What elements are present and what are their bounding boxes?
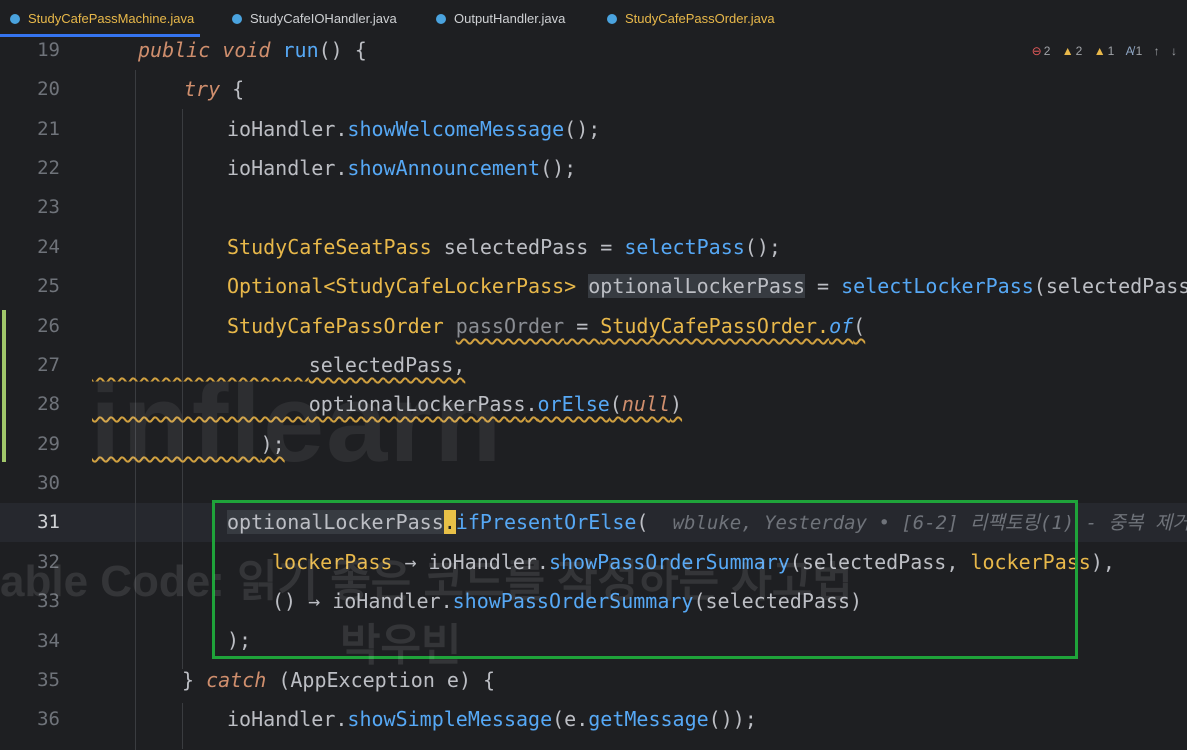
java-file-icon	[607, 14, 617, 24]
code-line-36: ioHandler.showSimpleMessage(e.getMessage…	[227, 707, 757, 731]
error-count: 2	[1043, 44, 1051, 58]
tab-output-handler[interactable]: OutputHandler.java	[436, 0, 565, 37]
code-line-25: Optional<StudyCafeLockerPass> optionalLo…	[227, 274, 1187, 298]
java-file-icon	[10, 14, 20, 24]
code-line-21: ioHandler.showWelcomeMessage();	[227, 117, 601, 141]
line-number: 29	[37, 433, 60, 455]
code-line-19: public void run() {	[138, 38, 367, 62]
line-number: 23	[37, 196, 60, 218]
line-number: 30	[37, 472, 60, 494]
typo-count: 1	[1135, 44, 1143, 58]
code-line-20: try {	[184, 77, 245, 101]
tab-label: StudyCafePassOrder.java	[625, 11, 775, 26]
line-number: 27	[37, 354, 60, 376]
line-number: 21	[37, 118, 60, 140]
tab-label: StudyCafeIOHandler.java	[250, 11, 397, 26]
warning-icon: ▲	[1061, 44, 1074, 58]
watermark-logo: inflearn	[90, 362, 504, 485]
chevron-down-icon[interactable]: ↓	[1171, 44, 1177, 58]
line-number: 25	[37, 275, 60, 297]
warning-count: 2	[1075, 44, 1083, 58]
code-line-22: ioHandler.showAnnouncement();	[227, 156, 577, 180]
tab-study-cafe-pass-order[interactable]: StudyCafePassOrder.java	[607, 0, 775, 37]
chevron-up-icon[interactable]: ↑	[1154, 44, 1160, 58]
line-number: 22	[37, 157, 60, 179]
line-number: 26	[37, 315, 60, 337]
line-number: 20	[37, 78, 60, 100]
code-line-24: StudyCafeSeatPass selectedPass = selectP…	[227, 235, 781, 259]
line-number: 19	[37, 39, 60, 61]
line-number: 28	[37, 393, 60, 415]
inspection-widget[interactable]: ⊖ 2 ▲ 2 ▲ 1 A̸ 1 ↑ ↓	[1024, 44, 1177, 58]
line-number: 31	[37, 511, 60, 533]
tab-label: OutputHandler.java	[454, 11, 566, 26]
watermark-course-title: able Code: 읽기 좋은 코드를 작성하는 사고법 박우빈	[0, 557, 853, 670]
indent-guide	[182, 703, 183, 749]
error-icon: ⊖	[1031, 44, 1042, 58]
java-file-icon	[436, 14, 446, 24]
java-file-icon	[232, 14, 242, 24]
weak-warning-icon: ▲	[1093, 44, 1106, 58]
line-number: 36	[37, 708, 60, 730]
weak-warning-count: 1	[1107, 44, 1115, 58]
line-number: 24	[37, 236, 60, 258]
tab-label: StudyCafePassMachine.java	[28, 11, 195, 26]
typo-icon: A̸	[1125, 44, 1134, 58]
code-line-26: StudyCafePassOrder passOrder = StudyCafe…	[227, 314, 866, 338]
